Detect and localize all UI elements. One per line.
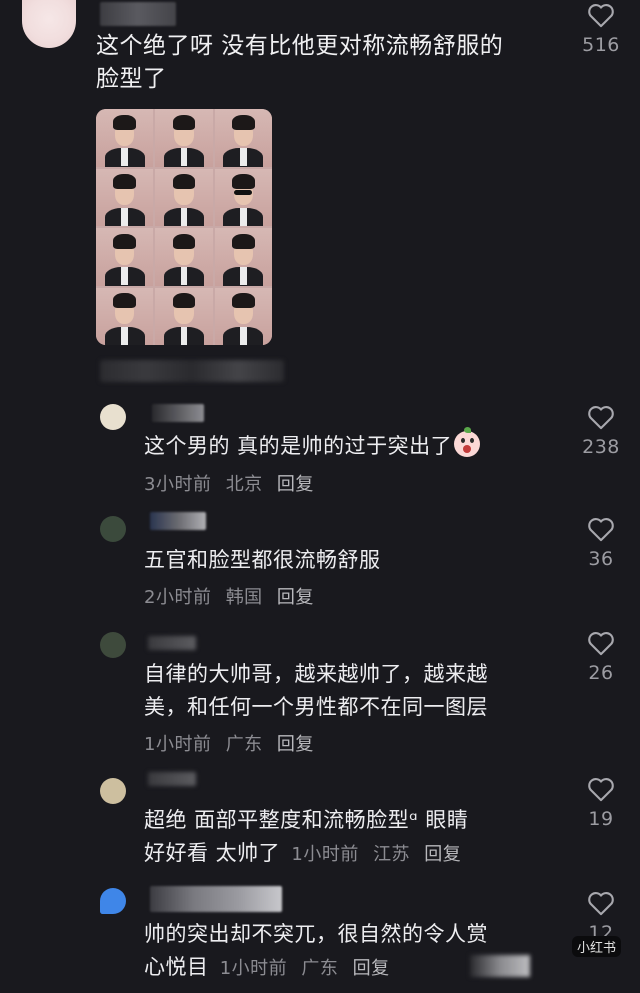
heart-icon (588, 406, 614, 430)
avatar[interactable] (100, 404, 126, 430)
like-count: 19 (588, 808, 614, 830)
username-blurred[interactable] (150, 886, 282, 912)
reply-link[interactable]: 回复 (424, 844, 461, 865)
heart-icon (588, 4, 614, 28)
brand-watermark: 小红书 (572, 936, 622, 957)
comment-line: 这个男的 真的是帅的过于突出了 (144, 434, 453, 458)
like-button[interactable]: 26 (577, 630, 625, 684)
reply-link[interactable]: 回复 (277, 734, 314, 755)
blurred-meta (100, 360, 284, 382)
photo-cell (96, 168, 154, 226)
like-count: 26 (588, 662, 614, 684)
reply-meta: 3小时前 北京 回复 (144, 470, 314, 496)
avatar[interactable] (100, 516, 126, 542)
like-count: 238 (582, 436, 620, 458)
comment-line: 脸型了 (96, 66, 167, 92)
timestamp: 1小时前 (219, 958, 288, 979)
photo-cell (96, 287, 154, 345)
avatar[interactable] (100, 778, 126, 804)
comment-line: 心悦目 (144, 955, 209, 979)
photo-cell (214, 109, 272, 167)
reply-text: 自律的大帅哥，越来越帅了，越来越 美，和任何一个男性都不在同一图层 (144, 658, 488, 724)
reply-text: 五官和脸型都很流畅舒服 (144, 544, 381, 577)
photo-cell (155, 287, 213, 345)
photo-cell (214, 228, 272, 286)
like-count: 36 (588, 548, 614, 570)
timestamp: 2小时前 (144, 587, 212, 608)
username-blurred[interactable] (152, 404, 204, 422)
comment-line-with-meta: 好好看 太帅了 1小时前 江苏 回复 (144, 837, 564, 871)
heart-icon (588, 892, 614, 916)
heart-icon (588, 632, 614, 656)
like-count: 516 (582, 34, 620, 56)
photo-cell (155, 168, 213, 226)
photo-cell (214, 168, 272, 226)
reply-link[interactable]: 回复 (353, 958, 390, 979)
timestamp: 1小时前 (144, 734, 212, 755)
brand-watermark-text: 小红书 (577, 941, 617, 956)
comment-line: 自律的大帅哥，越来越帅了，越来越 (144, 662, 488, 686)
avatar[interactable] (100, 632, 126, 658)
heart-icon (588, 778, 614, 802)
like-button[interactable]: 36 (577, 516, 625, 570)
timestamp: 1小时前 (291, 844, 359, 865)
reply-meta: 1小时前 广东 回复 (144, 730, 314, 756)
location: 江苏 (373, 844, 411, 865)
peach-face-emoji-icon (454, 427, 481, 457)
location: 北京 (225, 474, 263, 495)
reply-text: 这个男的 真的是帅的过于突出了 (144, 427, 481, 463)
like-button[interactable]: 516 (577, 2, 625, 56)
main-comment-text: 这个绝了呀 没有比他更对称流畅舒服的 脸型了 (96, 30, 576, 96)
reply-link[interactable]: 回复 (277, 474, 314, 495)
comment-image[interactable] (96, 109, 272, 345)
avatar[interactable] (100, 888, 126, 914)
avatar[interactable] (22, 0, 76, 48)
location: 广东 (301, 958, 339, 979)
reply-meta: 2小时前 韩国 回复 (144, 583, 314, 609)
photo-cell (96, 228, 154, 286)
reply-text: 超绝 面部平整度和流畅脸型ᵅ 眼睛 好好看 太帅了 1小时前 江苏 回复 (144, 804, 564, 871)
comment-line: 美，和任何一个男性都不在同一图层 (144, 695, 488, 719)
comment-line: 帅的突出却不突兀，很自然的令人赏 (144, 922, 488, 946)
comment-line: 五官和脸型都很流畅舒服 (144, 548, 381, 572)
photo-cell (155, 228, 213, 286)
timestamp: 3小时前 (144, 474, 212, 495)
photo-cell (214, 287, 272, 345)
location: 广东 (225, 734, 263, 755)
comment-line: 超绝 面部平整度和流畅脸型ᵅ 眼睛 (144, 808, 469, 832)
username-blurred[interactable] (148, 636, 196, 650)
blurred-overlay (470, 955, 530, 977)
username-blurred[interactable] (150, 512, 206, 530)
like-button[interactable]: 238 (577, 404, 625, 458)
heart-icon (588, 518, 614, 542)
location: 韩国 (225, 587, 263, 608)
username-blurred[interactable] (148, 772, 196, 786)
comment-line: 这个绝了呀 没有比他更对称流畅舒服的 (96, 33, 504, 59)
photo-cell (96, 109, 154, 167)
comment-line: 好好看 太帅了 (144, 841, 281, 865)
username-blurred[interactable] (100, 2, 176, 26)
photo-cell (155, 109, 213, 167)
like-button[interactable]: 19 (577, 776, 625, 830)
reply-link[interactable]: 回复 (277, 587, 314, 608)
